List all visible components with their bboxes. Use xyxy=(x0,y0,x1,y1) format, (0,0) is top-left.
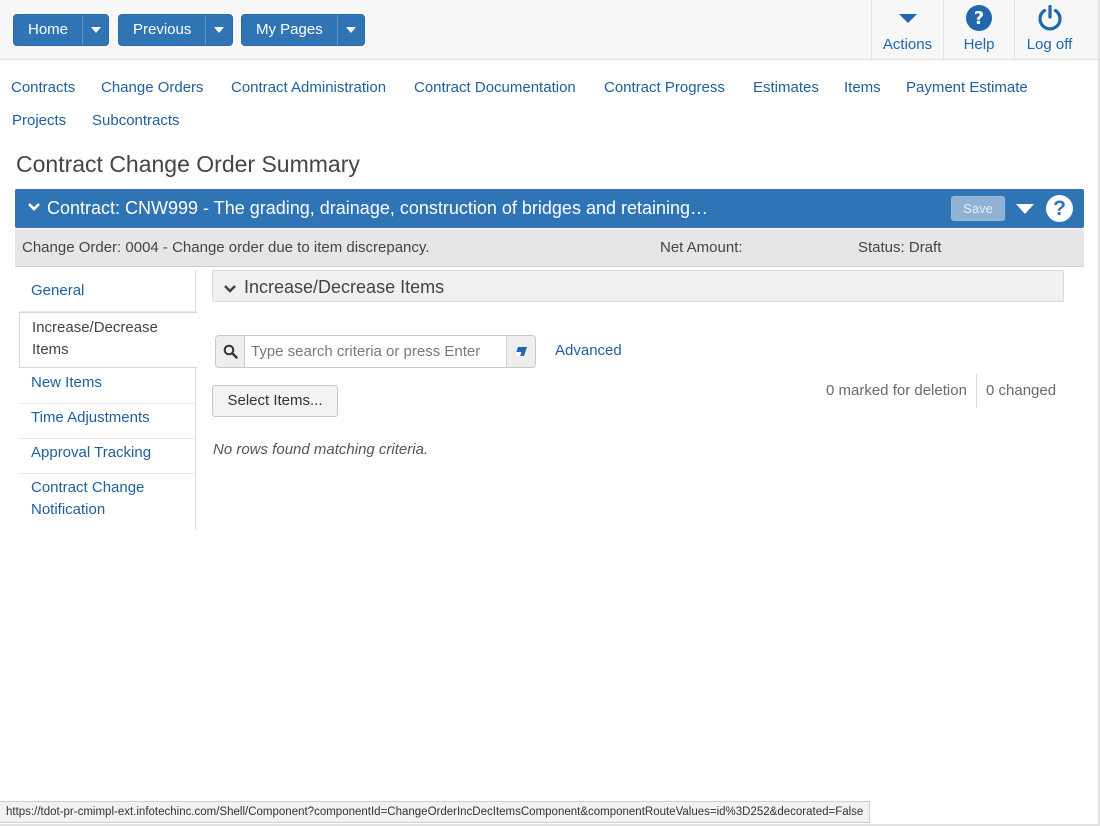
svg-text:?: ? xyxy=(974,8,984,29)
menu-item-estimates[interactable]: Estimates xyxy=(753,79,819,96)
divider xyxy=(976,374,977,408)
help-label: Help xyxy=(963,36,995,53)
actions-button[interactable]: Actions xyxy=(871,0,943,60)
left-nav-item-general[interactable]: General xyxy=(19,280,196,312)
menu-item-contract-administration[interactable]: Contract Administration xyxy=(231,79,386,96)
search-icon[interactable] xyxy=(216,336,245,367)
contract-header-bar: Contract: CNW999 - The grading, drainage… xyxy=(15,189,1084,228)
chevron-down-icon xyxy=(898,2,918,34)
chevron-down-icon xyxy=(223,282,237,300)
section-header[interactable]: Increase/Decrease Items xyxy=(212,270,1064,302)
caret-down-icon xyxy=(345,27,356,33)
menu-item-contract-progress[interactable]: Contract Progress xyxy=(604,79,725,96)
eraser-icon[interactable] xyxy=(506,336,535,367)
search-input[interactable] xyxy=(246,336,508,367)
menu-item-contract-documentation[interactable]: Contract Documentation xyxy=(414,79,576,96)
home-dropdown-toggle[interactable] xyxy=(82,15,108,45)
caret-down-icon xyxy=(214,27,225,33)
my-pages-button[interactable]: My Pages xyxy=(241,14,365,46)
select-items-button[interactable]: Select Items... xyxy=(212,385,338,417)
change-order-info-bar: Change Order: 0004 - Change order due to… xyxy=(15,229,1084,267)
actions-label: Actions xyxy=(882,36,933,53)
search-box xyxy=(215,335,536,368)
browser-status-url: https://tdot-pr-cmimpl-ext.infotechinc.c… xyxy=(0,801,871,823)
caret-down-icon xyxy=(90,27,101,33)
left-nav-item-time-adjustments[interactable]: Time Adjustments xyxy=(19,407,196,439)
chevron-down-icon[interactable] xyxy=(27,200,41,218)
change-order-description: Change Order: 0004 - Change order due to… xyxy=(22,239,430,256)
menu-item-projects[interactable]: Projects xyxy=(12,112,66,129)
section-title: Increase/Decrease Items xyxy=(244,277,445,297)
home-button[interactable]: Home xyxy=(13,14,109,46)
menu-item-change-orders[interactable]: Change Orders xyxy=(101,79,204,96)
save-button[interactable]: Save xyxy=(951,196,1005,221)
contract-title: Contract: CNW999 - The grading, drainage… xyxy=(47,198,709,218)
marked-for-deletion-count: 0 marked for deletion xyxy=(826,382,967,399)
empty-results-message: No rows found matching criteria. xyxy=(213,441,429,458)
previous-dropdown-toggle[interactable] xyxy=(205,15,232,45)
menu-item-items[interactable]: Items xyxy=(844,79,881,96)
help-icon: ? xyxy=(965,2,993,34)
caret-down-icon[interactable] xyxy=(1016,204,1034,214)
top-navigation-bar: Home Previous My Pages Actions ? Help Lo… xyxy=(0,0,1098,60)
changed-count: 0 changed xyxy=(986,382,1057,399)
my-pages-button-label: My Pages xyxy=(256,21,323,38)
previous-button-label: Previous xyxy=(133,21,192,38)
left-nav-item-approval-tracking[interactable]: Approval Tracking xyxy=(19,442,196,474)
home-button-label: Home xyxy=(28,21,69,38)
page-title: Contract Change Order Summary xyxy=(16,151,360,177)
menu-item-subcontracts[interactable]: Subcontracts xyxy=(92,112,180,129)
my-pages-dropdown-toggle[interactable] xyxy=(336,15,364,45)
status-badge: Status: Draft xyxy=(858,239,942,256)
left-nav: General Increase/Decrease Items New Item… xyxy=(19,270,197,530)
previous-button[interactable]: Previous xyxy=(118,14,233,46)
power-icon xyxy=(1036,2,1064,34)
log-off-label: Log off xyxy=(1026,36,1073,53)
menu-item-contracts[interactable]: Contracts xyxy=(11,79,75,96)
help-button[interactable]: ? Help xyxy=(943,0,1014,60)
log-off-button[interactable]: Log off xyxy=(1014,0,1084,60)
left-nav-item-new-items[interactable]: New Items xyxy=(19,372,196,404)
net-amount-label: Net Amount: xyxy=(660,239,743,256)
advanced-search-link[interactable]: Advanced xyxy=(555,342,622,359)
help-icon[interactable]: ? xyxy=(1046,195,1073,222)
menu-item-payment-estimate[interactable]: Payment Estimate xyxy=(906,79,1028,96)
left-nav-item-increase-decrease-items[interactable]: Increase/Decrease Items xyxy=(19,312,197,368)
left-nav-item-contract-change-notification[interactable]: Contract Change Notification xyxy=(19,477,159,525)
